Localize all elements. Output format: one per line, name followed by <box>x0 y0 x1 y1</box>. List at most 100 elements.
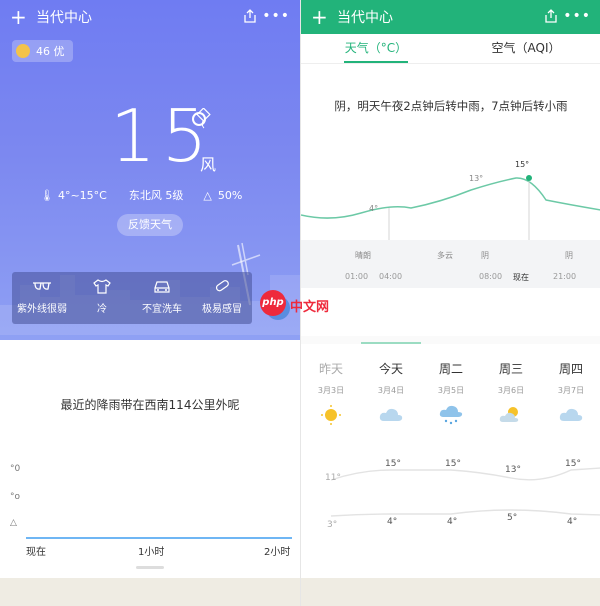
low-temp: 4° <box>447 517 458 527</box>
drag-handle[interactable] <box>136 566 164 569</box>
cloud-icon <box>559 408 583 421</box>
high-temp: 15° <box>565 459 581 469</box>
more-menu-button[interactable]: ••• <box>563 8 591 24</box>
hourly-time: 04:00 <box>379 272 403 281</box>
php-logo: php <box>260 290 286 316</box>
day-column-today[interactable]: 今天 3月4日 <box>361 360 421 430</box>
rain-cloud-icon <box>439 405 463 425</box>
high-temp: 15° <box>385 459 401 469</box>
right-header: + 当代中心 ••• <box>301 0 600 34</box>
life-item-cold[interactable]: 极易感冒 <box>192 272 252 324</box>
life-item-uv[interactable]: 紫外线很弱 <box>12 272 72 324</box>
high-temp: 13° <box>505 465 521 475</box>
life-item-label: 不宜洗车 <box>142 304 182 315</box>
partly-cloudy-icon <box>499 407 519 422</box>
right-screen: + 当代中心 ••• 天气（°C） 空气（AQI） 阴，明天午夜2点钟后转中雨，… <box>300 0 600 606</box>
rain-timeline-axis <box>26 537 292 539</box>
map-preview[interactable] <box>301 578 600 606</box>
watermark: php 中文网 <box>260 290 340 316</box>
left-header: + 当代中心 ••• <box>0 0 300 34</box>
sunglasses-icon <box>33 282 51 290</box>
left-screen: + 当代中心 ••• 46 优 15 风 🌡 4°~15°C 东北风 5级 △ … <box>0 0 300 606</box>
tab-weather[interactable]: 天气（°C） <box>301 34 451 63</box>
weather-word: 风 <box>200 155 217 174</box>
shirt-icon <box>93 279 111 294</box>
life-item-label: 紫外线很弱 <box>17 304 67 315</box>
droplet-icon: △ <box>203 188 212 202</box>
thermometer-icon: 🌡 <box>40 188 54 202</box>
low-temp: 3° <box>327 520 338 530</box>
timeline-label-1h: 1小时 <box>138 547 165 558</box>
temp-range: 4°~15°C <box>57 188 107 202</box>
timeline-label-now: 现在 <box>26 547 46 558</box>
aqi-value: 46 优 <box>36 45 65 58</box>
day-date: 3月7日 <box>557 386 585 395</box>
low-temp: 5° <box>507 513 518 523</box>
hourly-time: 08:00 <box>479 272 503 281</box>
hourly-condition: 阴 <box>565 251 573 260</box>
rain-forecast-text: 最近的降雨带在西南114公里外呢 <box>60 398 240 412</box>
hourly-time: 01:00 <box>345 272 369 281</box>
heavy-rain-icon: °0 <box>10 464 21 474</box>
life-item-label: 极易感冒 <box>202 304 242 315</box>
sun-icon <box>321 405 341 425</box>
light-rain-icon: △ <box>10 518 17 528</box>
share-icon[interactable] <box>242 8 258 24</box>
map-preview[interactable] <box>0 578 300 606</box>
add-city-button[interactable]: + <box>10 7 28 27</box>
tab-bar: 天气（°C） 空气（AQI） <box>301 34 600 64</box>
hourly-condition: 阴 <box>481 251 489 260</box>
scroll-indicator <box>361 342 421 344</box>
high-temp: 11° <box>325 473 341 483</box>
more-menu-button[interactable]: ••• <box>262 8 290 24</box>
day-date: 3月5日 <box>437 386 465 395</box>
day-date: 3月4日 <box>377 386 405 395</box>
city-title: 当代中心 <box>337 10 393 26</box>
curve-label: 15° <box>515 160 530 169</box>
pill-icon <box>215 280 229 292</box>
curve-label: 13° <box>469 174 484 183</box>
life-item-carwash[interactable]: 不宜洗车 <box>132 272 192 324</box>
city-title: 当代中心 <box>36 10 92 26</box>
day-name: 昨天 <box>318 362 343 376</box>
section-divider <box>301 336 600 344</box>
day-date: 3月3日 <box>317 386 345 395</box>
day-name: 周二 <box>438 362 463 376</box>
cloud-icon <box>379 408 403 421</box>
moderate-rain-icon: °o <box>10 492 21 502</box>
aqi-badge[interactable]: 46 优 <box>12 40 73 62</box>
low-temp: 4° <box>387 517 398 527</box>
smiley-icon <box>16 44 30 58</box>
weather-meta: 🌡 4°~15°C 东北风 5级 △ 50% <box>40 187 270 203</box>
day-column-thu[interactable]: 周四 3月7日 <box>541 360 600 430</box>
hourly-condition: 晴朗 <box>355 251 371 260</box>
day-column-wed[interactable]: 周三 3月6日 <box>481 360 541 430</box>
hourly-condition: 多云 <box>437 251 453 260</box>
day-name: 周三 <box>498 362 523 376</box>
watermark-text: 中文网 <box>290 300 330 315</box>
hourly-time: 现在 <box>513 273 529 282</box>
hourly-time: 21:00 <box>553 272 577 281</box>
car-icon <box>154 281 170 293</box>
day-name: 周四 <box>558 362 583 376</box>
kite-icon <box>196 108 211 129</box>
low-temp: 4° <box>567 517 578 527</box>
forecast-summary: 阴，明天午夜2点钟后转中雨，7点钟后转小雨 <box>334 99 568 113</box>
day-column-tue[interactable]: 周二 3月5日 <box>421 360 481 430</box>
feedback-weather-button[interactable]: 反馈天气 <box>117 214 183 236</box>
day-date: 3月6日 <box>497 386 525 395</box>
life-item-label: 冷 <box>97 304 107 315</box>
life-item-clothing[interactable]: 冷 <box>72 272 132 324</box>
high-temp: 15° <box>445 459 461 469</box>
wind-info: 东北风 5级 <box>128 189 184 202</box>
add-city-button[interactable]: + <box>311 7 329 27</box>
curve-label: 4° <box>369 204 379 213</box>
hourly-temperature-curve <box>301 175 600 240</box>
weather-hero: + 当代中心 ••• 46 优 15 风 🌡 4°~15°C 东北风 5级 △ … <box>0 0 300 340</box>
humidity-value: 50% <box>217 188 243 202</box>
day-column-yesterday[interactable]: 昨天 3月3日 <box>301 360 361 430</box>
share-icon[interactable] <box>543 8 559 24</box>
tab-air[interactable]: 空气（AQI） <box>451 34 600 63</box>
day-name: 今天 <box>378 362 403 376</box>
life-index-bar: 紫外线很弱 冷 不宜洗车 极易感冒 <box>12 272 252 324</box>
